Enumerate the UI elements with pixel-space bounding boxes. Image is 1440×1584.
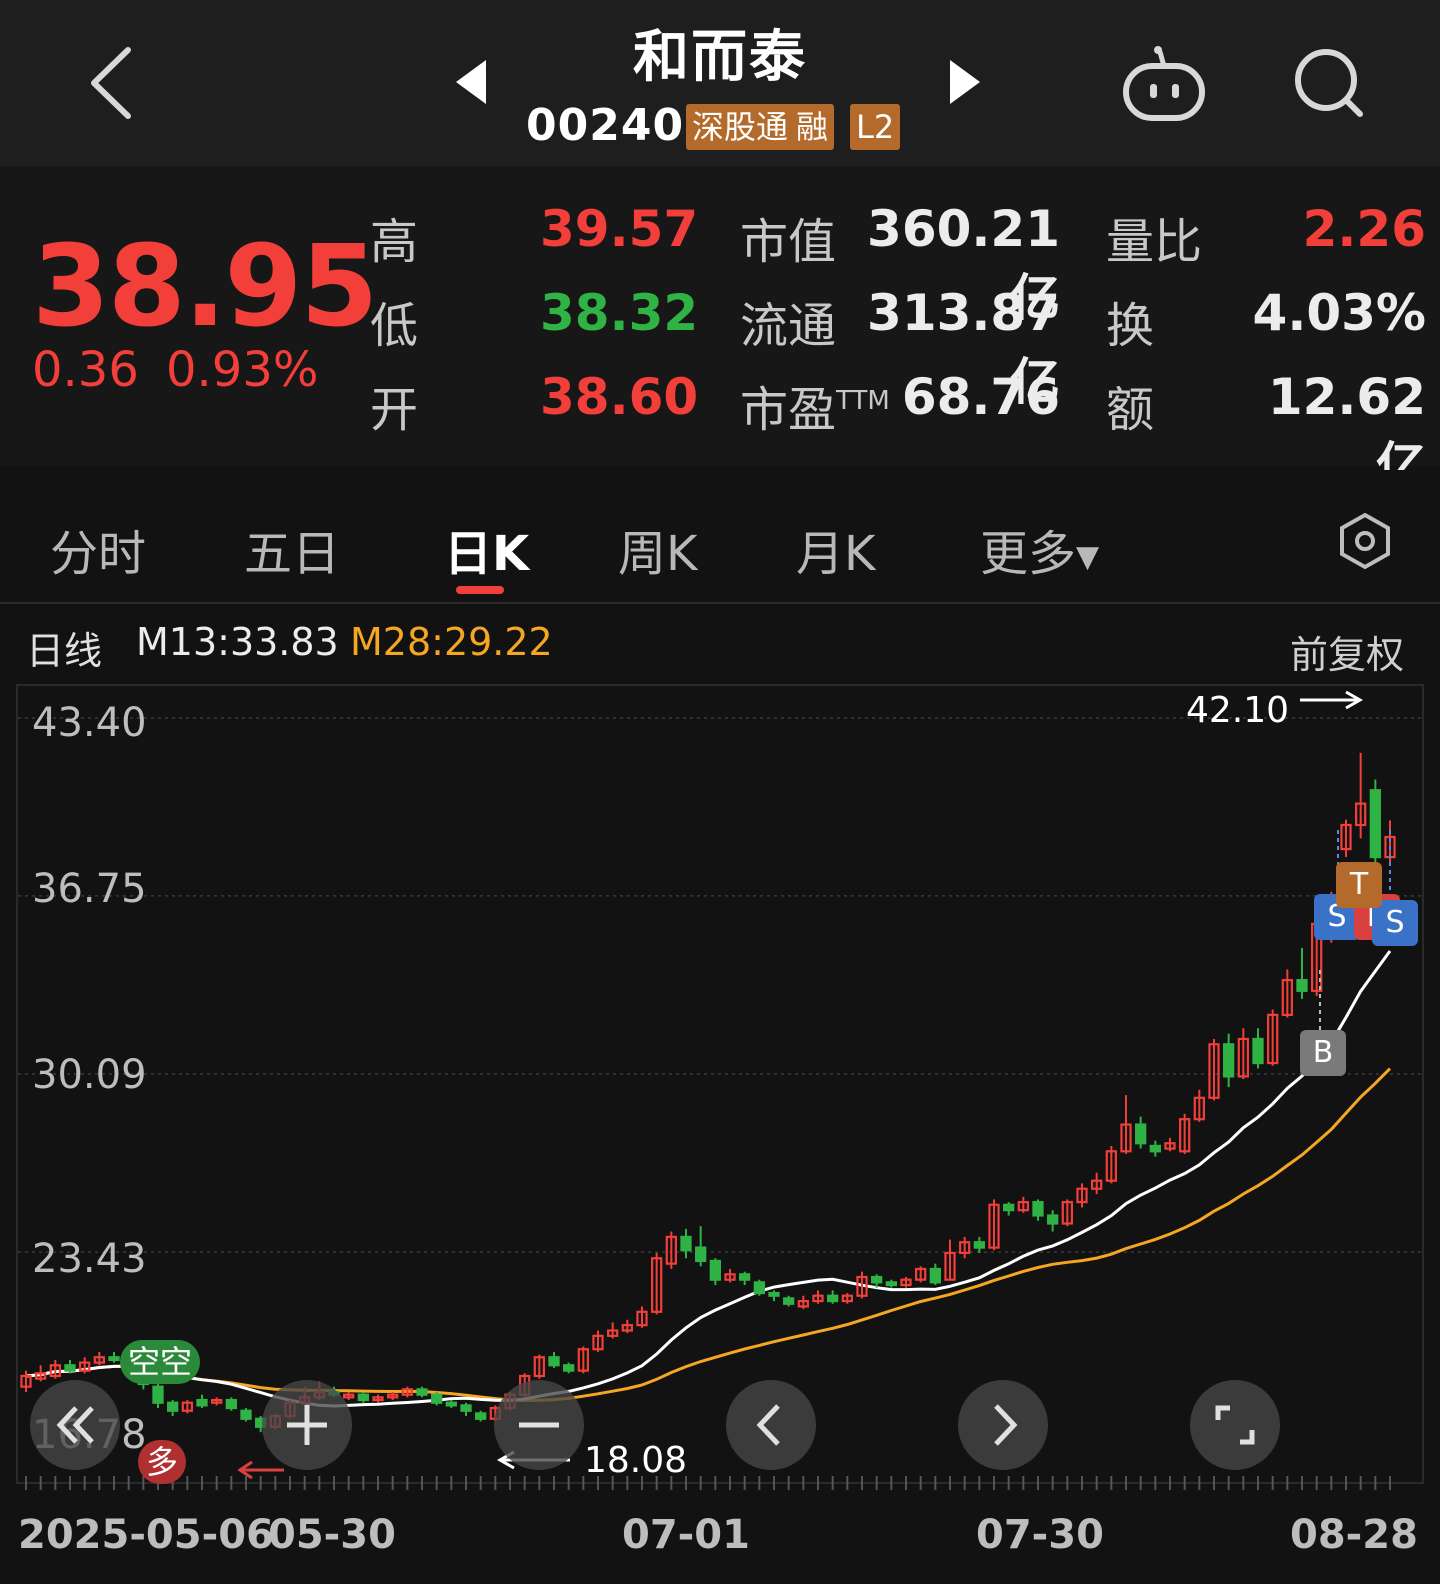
back-arrow-icon xyxy=(91,47,131,119)
fullscreen-icon xyxy=(1215,1405,1255,1445)
x-tick-label: 2025-05-06 xyxy=(18,1512,274,1558)
short-signal-badge: 空空 xyxy=(120,1340,201,1384)
price-change-pct: 0.93% xyxy=(166,342,319,398)
y-tick-label: 43.40 xyxy=(32,700,147,746)
tab-weekly-k[interactable]: 周K xyxy=(618,514,697,584)
pe-label: 市盈TTM xyxy=(740,370,890,440)
volume-ratio-label: 量比 xyxy=(1106,214,1203,270)
search-icon xyxy=(1295,49,1363,117)
back-button[interactable] xyxy=(80,38,150,128)
triangle-right-icon xyxy=(950,60,980,104)
turnover-label: 换 xyxy=(1106,298,1155,354)
minus-icon xyxy=(519,1422,559,1428)
tab-daily-k[interactable]: 日K xyxy=(444,514,529,584)
turnover-value: 4.03% xyxy=(1252,284,1426,342)
volume-ratio-value: 2.26 xyxy=(1302,200,1426,258)
search-button[interactable] xyxy=(1290,44,1370,124)
tab-intraday[interactable]: 分时 xyxy=(50,514,146,584)
x-tick-label: 07-01 xyxy=(622,1512,750,1558)
quote-panel: 38.95 0.36 0.93% 高 39.57 市值 360.21亿 量比 2… xyxy=(0,166,1440,495)
pe-value: 68.76 xyxy=(901,368,1060,426)
period-high-label: 42.10 xyxy=(1186,690,1290,731)
market-cap-label: 市值 xyxy=(740,214,837,270)
adjust-toggle[interactable]: 前复权 xyxy=(1290,624,1404,679)
badge-level2: L2 xyxy=(850,104,901,150)
ma28-legend: M28:29.22 xyxy=(350,620,553,664)
y-tick-label: 30.09 xyxy=(32,1052,147,1098)
fullscreen-button[interactable] xyxy=(1190,1380,1280,1470)
pe-ttm-sup: TTM xyxy=(836,386,890,416)
plus-icon xyxy=(287,1405,327,1445)
x-tick-label: 08-28 xyxy=(1290,1512,1418,1558)
double-chevron-left-icon xyxy=(56,1406,94,1444)
hexagon-settings-icon xyxy=(1340,512,1390,570)
badge-hk-connect: 深股通 xyxy=(686,104,795,150)
triangle-left-icon xyxy=(456,60,486,104)
badge-margin: 融 xyxy=(790,104,835,150)
buy-signal-badge: B xyxy=(1300,1030,1346,1076)
chart-period-label: 日线 xyxy=(26,629,103,673)
ma13-legend: M13:33.83 xyxy=(136,620,339,664)
low-value: 38.32 xyxy=(540,284,699,342)
pe-label-text: 市盈 xyxy=(740,382,837,438)
scroll-left-button[interactable] xyxy=(726,1380,816,1470)
low-label: 低 xyxy=(370,298,419,354)
tab-five-day[interactable]: 五日 xyxy=(244,514,340,584)
stock-name: 和而泰 xyxy=(633,25,807,90)
x-tick-label: 05-30 xyxy=(268,1512,396,1558)
open-label: 开 xyxy=(370,382,419,438)
active-tab-indicator xyxy=(456,586,504,594)
y-tick-label: 36.75 xyxy=(32,866,147,912)
chevron-left-icon xyxy=(756,1404,780,1446)
kline-chart[interactable] xyxy=(16,684,1424,1484)
period-tabs: 分时 五日 日K 周K 月K 更多▼ xyxy=(0,470,1440,604)
amount-label: 额 xyxy=(1106,382,1155,438)
x-tick-label: 07-30 xyxy=(976,1512,1104,1558)
tab-monthly-k[interactable]: 月K xyxy=(796,514,875,584)
prev-stock-button[interactable] xyxy=(452,56,488,108)
robot-icon xyxy=(1123,46,1205,121)
zoom-out-button[interactable] xyxy=(494,1380,584,1470)
tab-more-label: 更多 xyxy=(980,526,1077,582)
scroll-right-button[interactable] xyxy=(958,1380,1048,1470)
last-price: 38.95 xyxy=(32,222,378,352)
assistant-bot-button[interactable] xyxy=(1120,44,1210,124)
price-change: 0.36 xyxy=(32,342,139,398)
high-value: 39.57 xyxy=(540,200,699,258)
caret-down-icon: ▼ xyxy=(1076,539,1100,575)
t-signal-badge: T xyxy=(1336,862,1382,908)
fast-rewind-button[interactable] xyxy=(30,1380,120,1470)
chevron-right-icon xyxy=(994,1404,1018,1446)
chart-settings-button[interactable] xyxy=(1336,512,1394,570)
tab-more[interactable]: 更多▼ xyxy=(980,514,1099,584)
float-cap-label: 流通 xyxy=(740,298,837,354)
long-signal-badge: 多 xyxy=(138,1440,187,1484)
next-stock-button[interactable] xyxy=(948,56,984,108)
open-value: 38.60 xyxy=(540,368,699,426)
top-bar: 和而泰 002402 深股通 融 L2 xyxy=(0,0,1440,166)
zoom-in-button[interactable] xyxy=(262,1380,352,1470)
y-tick-label: 23.43 xyxy=(32,1236,147,1282)
high-label: 高 xyxy=(370,214,419,270)
period-low-label: 18.08 xyxy=(584,1440,688,1481)
